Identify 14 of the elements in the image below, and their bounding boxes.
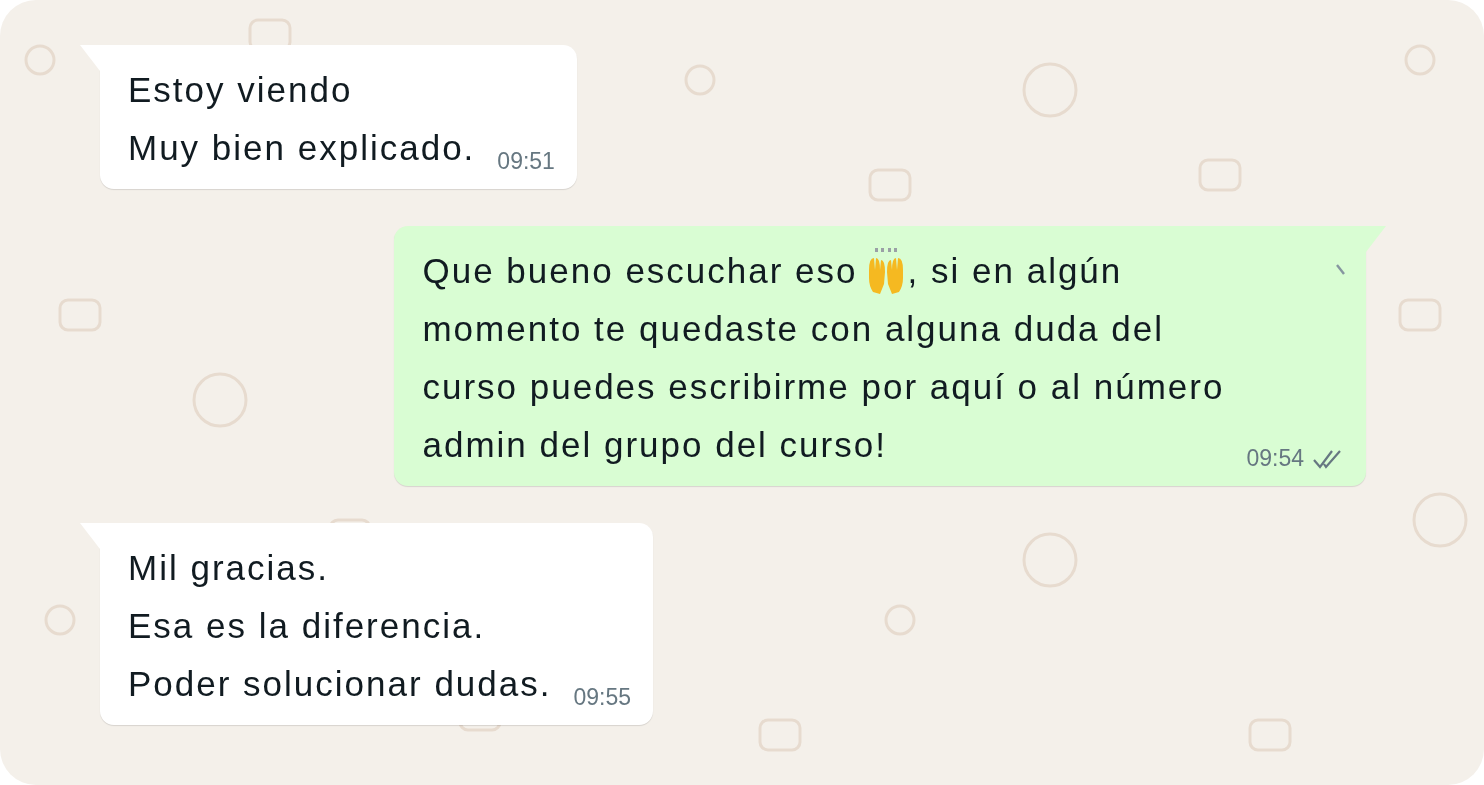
message-text: admin del grupo del curso! (422, 424, 888, 466)
message-time: 09:54 (1246, 445, 1304, 472)
message-text: Poder solucionar dudas. (128, 663, 552, 705)
message-text: curso puedes escribirme por aquí o al número (422, 366, 1225, 408)
message-text: , si en algún (907, 250, 1123, 292)
message-text: Esa es la diferencia. (128, 605, 487, 647)
message-text: momento te quedaste con alguna duda del (422, 308, 1165, 350)
message-text: Estoy viendo (128, 69, 354, 111)
menu-caret-icon[interactable] (1336, 264, 1346, 276)
message-text: Mil gracias. (128, 547, 330, 589)
message-time: 09:55 (573, 684, 632, 711)
message-text: Que bueno escuchar eso (422, 250, 858, 292)
message-text: Muy bien explicado. (128, 127, 476, 169)
message-time: 09:51 (497, 148, 555, 175)
